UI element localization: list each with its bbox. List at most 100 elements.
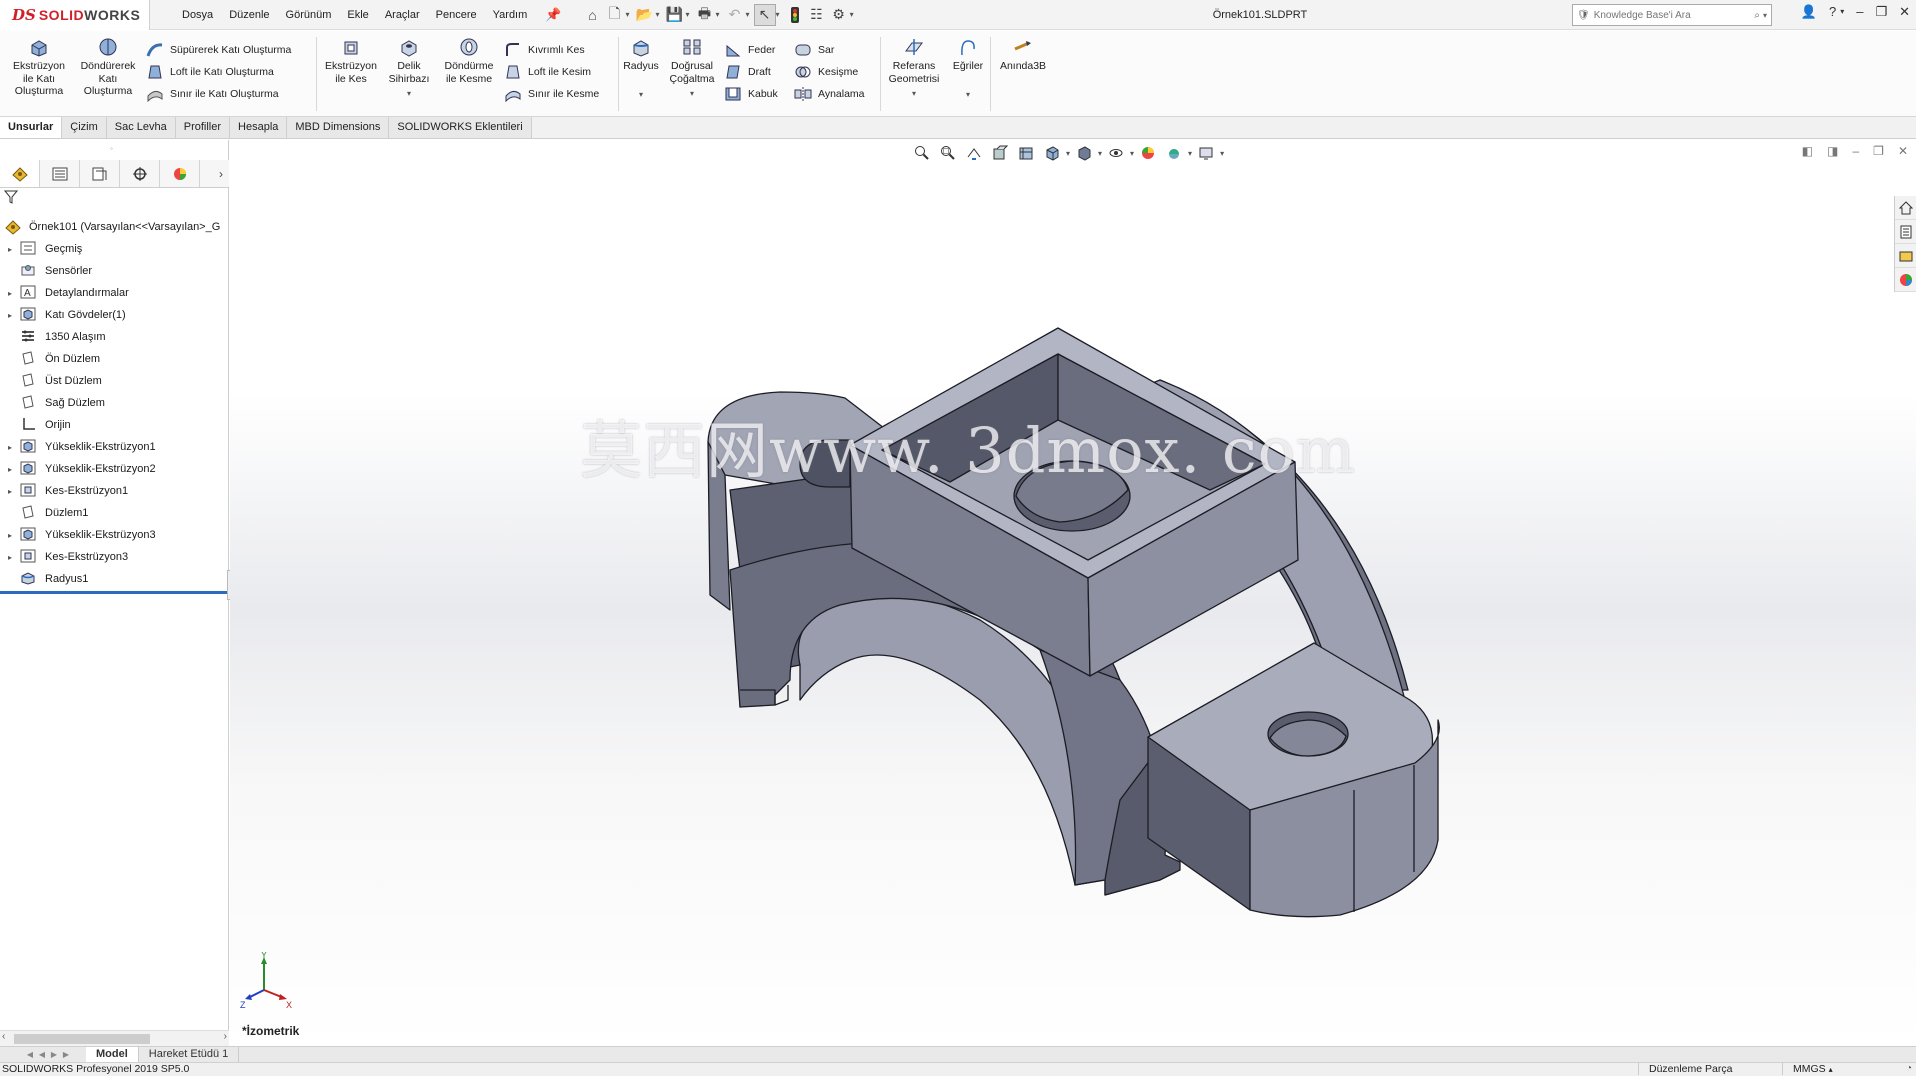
expand-arrow-icon[interactable]: ▸ [0,465,20,474]
section-view-icon[interactable] [988,142,1012,164]
hole-wizard-dropdown-icon[interactable]: ▾ [384,88,434,101]
tree-item[interactable]: Sağ Düzlem [0,392,229,414]
select-cursor-icon[interactable]: ↖ [753,3,776,26]
boundary-cut-button[interactable]: Sınır ile Kesme [504,84,599,104]
search-icon[interactable]: ⌕ [1754,10,1760,21]
revolve-boss-button[interactable]: Döndürerek Katı Oluşturma [74,37,142,98]
mirror-button[interactable]: Aynalama [794,84,865,104]
apply-scene-icon[interactable] [1162,142,1186,164]
restore-icon[interactable]: ❐ [1875,4,1887,20]
tab-4[interactable]: Hesapla [230,117,288,138]
graphics-area[interactable]: 莫西网www. 3dmox. com ▾ ▾ ▾ ▾ ▾ ◧ ◨ – ❐ ✕ Y… [230,140,1916,1046]
design-library-icon[interactable] [1895,220,1916,244]
new-dropdown-icon[interactable]: ▾ [625,10,629,19]
tree-item[interactable]: 1350 Alaşım [0,326,229,348]
close-icon[interactable]: ✕ [1899,4,1910,20]
tree-item[interactable]: Radyus1 [0,568,229,590]
view-orientation-icon[interactable] [1040,142,1064,164]
options-dropdown-icon[interactable]: ▾ [850,10,854,19]
hole-wizard-button[interactable]: Delik Sihirbazı ▾ [384,37,434,101]
solidworks-logo[interactable]: DS SOLIDWORKS [0,0,150,30]
panel-grip-icon[interactable]: ◦ [110,144,113,153]
tab-2[interactable]: Sac Levha [106,117,176,138]
undo-dropdown-icon[interactable]: ▾ [746,10,750,19]
extrude-boss-button[interactable]: Ekstrüzyon ile Katı Oluşturma [6,37,72,98]
tree-item[interactable]: ▸ Kes-Ekstrüzyon3 [0,546,229,568]
menu-item[interactable]: Düzenle [221,9,277,21]
previous-view-icon[interactable] [962,142,986,164]
view-settings-icon[interactable] [1194,142,1218,164]
viewport-minimize-icon[interactable]: – [1852,144,1859,158]
viewport-close-icon[interactable]: ✕ [1898,144,1908,158]
horizontal-scrollbar[interactable]: ‹ › [0,1030,229,1046]
loft-cut-button[interactable]: Loft ile Kesim [504,62,591,82]
zoom-to-fit-icon[interactable] [910,142,934,164]
tab-configuration-manager[interactable] [80,160,120,187]
tab-dimxpert-manager[interactable] [120,160,160,187]
scroll-left-icon[interactable]: ‹ [2,1031,5,1042]
tree-item[interactable]: Ön Düzlem [0,348,229,370]
tab-first-icon[interactable]: ◀ [24,1050,36,1059]
traffic-light-icon[interactable] [784,4,806,26]
viewport-split-left-icon[interactable]: ◧ [1802,144,1813,158]
select-dropdown-icon[interactable]: ▾ [776,10,780,19]
tab-0[interactable]: Unsurlar [0,117,63,138]
swept-cut-button[interactable]: Kıvrımlı Kes [504,40,585,60]
fillet-button[interactable]: Radyus ▾ [620,37,662,101]
menu-item[interactable]: Ekle [339,9,376,21]
home-icon[interactable]: ⌂ [581,4,603,26]
display-style-dropdown-icon[interactable]: ▾ [1098,149,1102,158]
scroll-right-icon[interactable]: › [224,1031,227,1042]
tab-last-icon[interactable]: ▶ [60,1050,72,1059]
open-dropdown-icon[interactable]: ▾ [655,10,659,19]
save-dropdown-icon[interactable]: ▾ [686,10,690,19]
tab-3[interactable]: Profiller [175,117,231,138]
expand-arrow-icon[interactable]: ▸ [0,531,20,540]
more-tabs-chevron-icon[interactable]: › [200,160,229,187]
save-icon[interactable]: 💾 [664,4,686,26]
menu-item[interactable]: Pencere [428,9,485,21]
menu-item[interactable]: Araçlar [377,9,428,21]
tree-item[interactable]: ▸ Yükseklik-Ekstrüzyon2 [0,458,229,480]
tab-property-manager[interactable] [40,160,80,187]
tree-item[interactable]: ▸ Geçmiş [0,238,229,260]
tree-item[interactable]: ▸ Katı Gövdeler(1) [0,304,229,326]
file-explorer-icon[interactable] [1895,244,1916,268]
wrap-button[interactable]: Sar [794,40,834,60]
instant3d-button[interactable]: Anında3B [994,37,1052,73]
reference-geometry-dropdown-icon[interactable]: ▾ [882,88,946,101]
expand-arrow-icon[interactable]: ▸ [0,289,20,298]
tree-item[interactable]: Düzlem1 [0,502,229,524]
tree-item[interactable]: Orijin [0,414,229,436]
loft-boss-button[interactable]: Loft ile Katı Oluşturma [146,62,274,82]
appearances-icon[interactable] [1895,268,1916,292]
scrollbar-thumb[interactable] [14,1034,150,1044]
view-orientation-dropdown-icon[interactable]: ▾ [1066,149,1070,158]
undo-icon[interactable]: ↶ [724,4,746,26]
tree-item[interactable]: ▸ Yükseklik-Ekstrüzyon3 [0,524,229,546]
print-dropdown-icon[interactable]: ▾ [716,10,720,19]
search-scope-icon[interactable]: 🛡 [1577,10,1590,21]
file-properties-icon[interactable]: ☷ [806,4,828,26]
tree-root-part[interactable]: Örnek101 (Varsayılan<<Varsayılan>_G [0,216,229,238]
sweep-boss-button[interactable]: Süpürerek Katı Oluşturma [146,40,291,60]
curves-dropdown-icon[interactable]: ▾ [948,89,988,102]
shell-button[interactable]: Kabuk [724,84,778,104]
menu-item[interactable]: Yardım [485,9,536,21]
open-icon[interactable]: 📂 [633,4,655,26]
expand-arrow-icon[interactable]: ▸ [0,245,20,254]
part-model[interactable] [230,140,1916,1046]
model-tab-1[interactable]: Hareket Etüdü 1 [139,1047,240,1062]
tab-display-manager[interactable] [160,160,200,187]
knowledge-base-search[interactable]: 🛡 ⌕ ▾ [1572,4,1772,26]
revolve-cut-button[interactable]: Döndürme ile Kesme [438,37,500,85]
pin-icon[interactable]: 📌 [545,7,561,23]
help-dropdown-icon[interactable]: ▾ [1840,7,1844,20]
tree-item[interactable]: ▸ A Detaylandırmalar [0,282,229,304]
tab-6[interactable]: SOLIDWORKS Eklentileri [389,117,532,138]
expand-arrow-icon[interactable]: ▸ [0,311,20,320]
tree-item[interactable]: ▸ Kes-Ekstrüzyon1 [0,480,229,502]
filter-icon[interactable] [3,190,19,207]
linear-pattern-button[interactable]: Doğrusal Çoğaltma ▾ [664,37,720,101]
expand-arrow-icon[interactable]: ▸ [0,487,20,496]
